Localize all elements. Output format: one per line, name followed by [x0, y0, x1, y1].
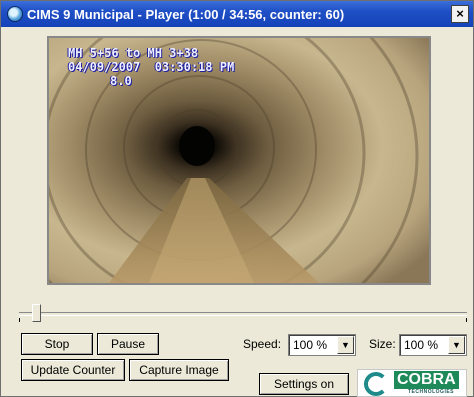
update-counter-button[interactable]: Update Counter [21, 359, 125, 381]
video-overlay-text: MH 5+56 to MH 3+38 04/09/2007 03:30:18 PM… [68, 46, 234, 88]
cobra-swirl-icon [364, 372, 388, 396]
app-globe-icon [7, 6, 23, 22]
title-bar[interactable]: CIMS 9 Municipal - Player (1:00 / 34:56,… [1, 1, 473, 27]
size-label: Size: [369, 337, 396, 351]
slider-tick-start [19, 318, 20, 322]
capture-image-button[interactable]: Capture Image [129, 359, 229, 381]
size-value: 100 % [404, 338, 439, 352]
playback-slider[interactable] [19, 304, 467, 322]
dropdown-arrow-icon[interactable]: ▼ [337, 336, 354, 354]
speed-label: Speed: [243, 337, 282, 351]
window-title: CIMS 9 Municipal - Player (1:00 / 34:56,… [27, 6, 345, 22]
video-frame: MH 5+56 to MH 3+38 04/09/2007 03:30:18 PM… [47, 36, 431, 285]
overlay-distance: 8.0 [110, 74, 132, 88]
overlay-datetime: 04/09/2007 03:30:18 PM [68, 60, 235, 74]
slider-thumb[interactable] [32, 304, 41, 322]
speed-select[interactable]: 100 % ▼ [288, 334, 356, 356]
logo-wordmark: COBRA [394, 371, 459, 389]
close-button[interactable]: × [451, 5, 469, 23]
logo-subtitle: TECHNOLOGIES [408, 389, 455, 395]
slider-track[interactable] [19, 312, 467, 316]
speed-value: 100 % [293, 338, 328, 352]
pause-button[interactable]: Pause [97, 333, 159, 355]
slider-tick-end [466, 318, 467, 322]
overlay-location: MH 5+56 to MH 3+38 [68, 46, 199, 60]
dropdown-arrow-icon[interactable]: ▼ [448, 336, 465, 354]
size-select[interactable]: 100 % ▼ [399, 334, 467, 356]
settings-button[interactable]: Settings on [259, 373, 349, 395]
cobra-logo: COBRA TECHNOLOGIES [357, 369, 467, 397]
player-window: CIMS 9 Municipal - Player (1:00 / 34:56,… [0, 0, 474, 397]
stop-button[interactable]: Stop [21, 333, 93, 355]
